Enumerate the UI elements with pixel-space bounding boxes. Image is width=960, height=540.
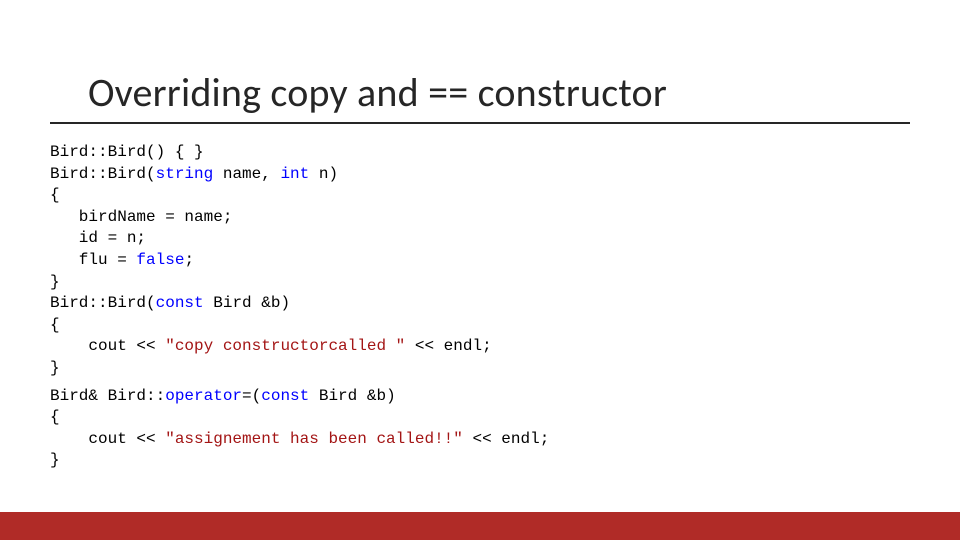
string-copy: "copy constructorcalled " [165, 337, 405, 355]
code-line-10c: << endl; [405, 337, 491, 355]
code-line-12a: Bird& Bird:: [50, 387, 165, 405]
code-line-2c: name, [213, 165, 280, 183]
code-line-14c: << endl; [463, 430, 549, 448]
code-line-7: } [50, 273, 60, 291]
code-gap [50, 380, 549, 386]
kw-false: false [136, 251, 184, 269]
code-line-5: id = n; [50, 229, 146, 247]
code-line-10a: cout << [50, 337, 165, 355]
code-line-2a: Bird::Bird( [50, 165, 156, 183]
code-line-1: Bird::Bird() { } [50, 143, 204, 161]
kw-string: string [156, 165, 214, 183]
kw-int: int [280, 165, 309, 183]
code-line-6a: flu = [50, 251, 136, 269]
code-line-12c: =( [242, 387, 261, 405]
kw-const-2: const [261, 387, 309, 405]
footer-bar [0, 512, 960, 540]
code-line-2e: n) [309, 165, 338, 183]
code-line-14a: cout << [50, 430, 165, 448]
string-assign: "assignement has been called!!" [165, 430, 463, 448]
code-block: Bird::Bird() { } Bird::Bird(string name,… [50, 142, 549, 472]
code-line-6c: ; [184, 251, 194, 269]
code-line-12e: Bird &b) [309, 387, 395, 405]
code-line-13: { [50, 408, 60, 426]
kw-const-1: const [156, 294, 204, 312]
kw-operator: operator [165, 387, 242, 405]
title-underline [50, 122, 910, 124]
code-line-15: } [50, 451, 60, 469]
code-line-8a: Bird::Bird( [50, 294, 156, 312]
code-line-11: } [50, 359, 60, 377]
code-line-4: birdName = name; [50, 208, 232, 226]
code-line-8c: Bird &b) [204, 294, 290, 312]
slide-title: Overriding copy and == constructor [88, 68, 667, 117]
code-line-3: { [50, 186, 60, 204]
code-line-9: { [50, 316, 60, 334]
slide: Overriding copy and == constructor Bird:… [0, 0, 960, 540]
